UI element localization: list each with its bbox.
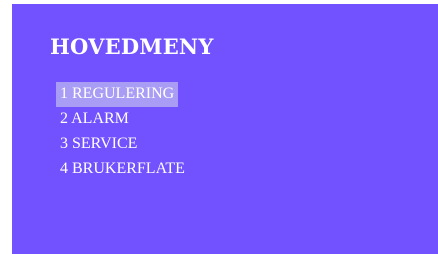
main-menu-list: 1 REGULERING 2 ALARM 3 SERVICE 4 BRUKERF… [56,82,189,182]
menu-item-brukerflate[interactable]: 4 BRUKERFLATE [56,157,189,182]
main-menu-screen: HOVEDMENY 1 REGULERING 2 ALARM 3 SERVICE… [12,4,438,254]
menu-item-alarm[interactable]: 2 ALARM [56,107,133,132]
menu-item-service[interactable]: 3 SERVICE [56,132,141,157]
menu-item-regulering[interactable]: 1 REGULERING [56,82,179,107]
page-title: HOVEDMENY [50,34,214,59]
